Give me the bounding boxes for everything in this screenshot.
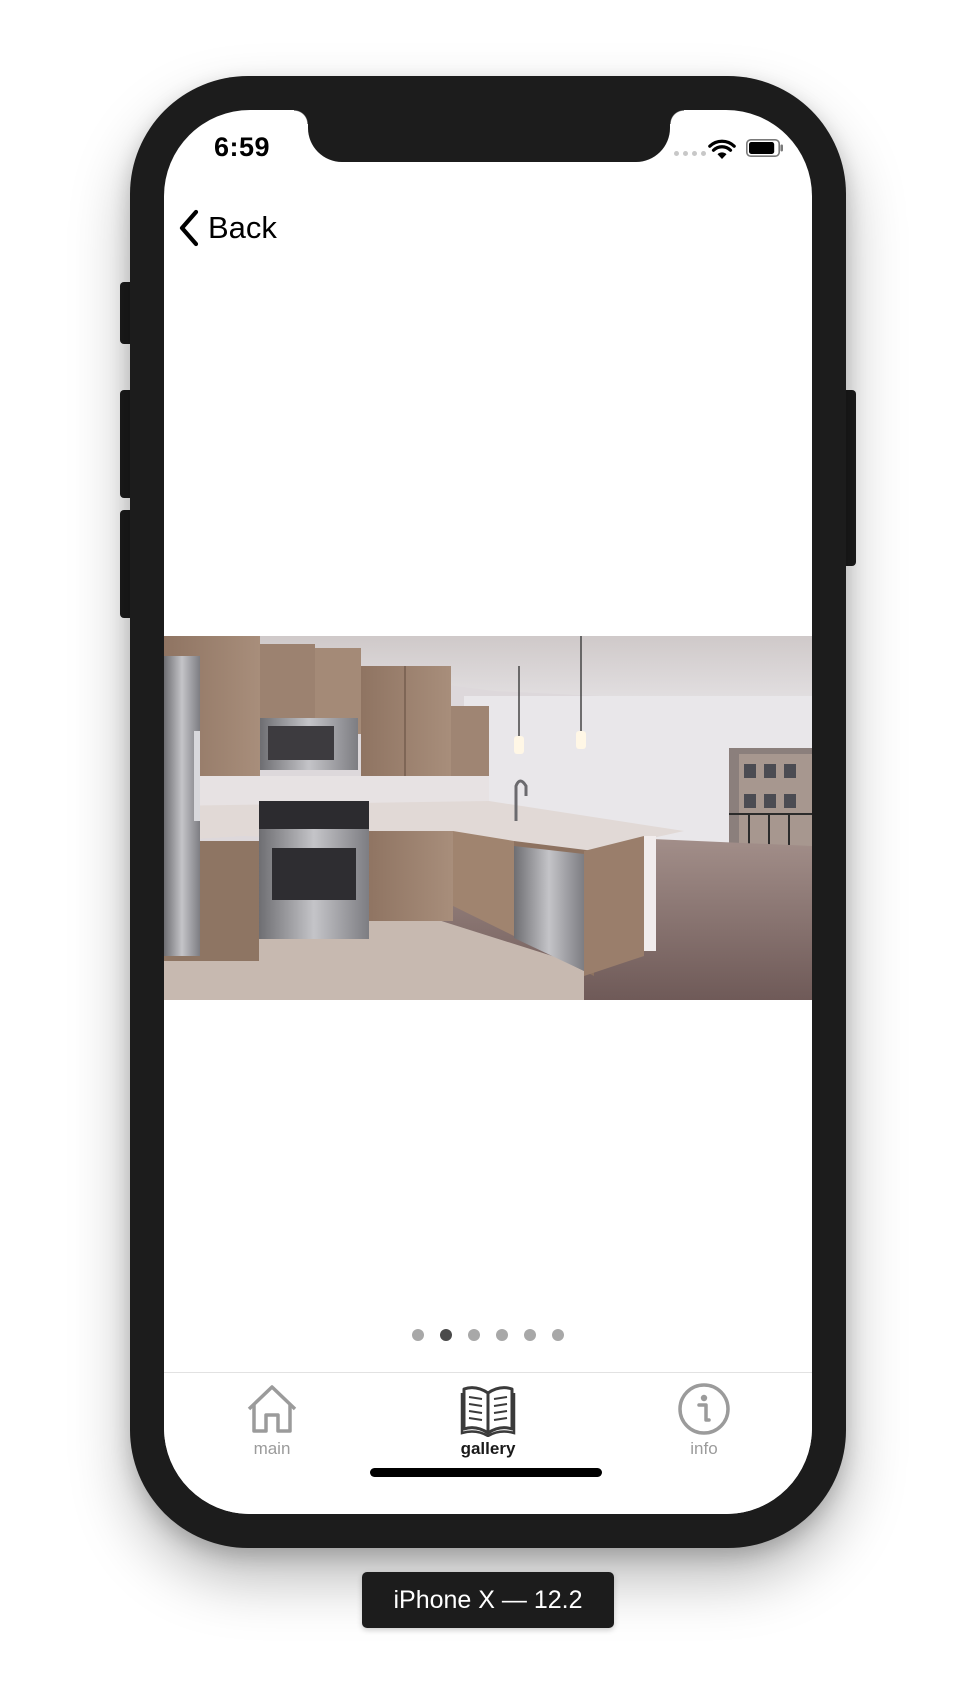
simulator-stage: 6:59 Back main gallery info iPhone X — 1…	[0, 0, 976, 1700]
home-icon	[247, 1385, 297, 1433]
page-dot[interactable]	[524, 1329, 536, 1341]
tab-bar: main gallery info	[164, 1372, 812, 1514]
gallery-photo[interactable]	[164, 636, 812, 1000]
kitchen-photo-illustration	[164, 636, 812, 1000]
chevron-left-icon	[179, 209, 199, 247]
tab-main-label: main	[253, 1439, 291, 1458]
tab-gallery-label: gallery	[460, 1439, 516, 1458]
page-indicator[interactable]	[164, 1329, 812, 1341]
tab-info[interactable]: info	[596, 1373, 812, 1469]
page-dot[interactable]	[552, 1329, 564, 1341]
page-dot[interactable]	[496, 1329, 508, 1341]
device-screen: 6:59 Back main gallery info	[164, 110, 812, 1514]
home-indicator[interactable]	[370, 1468, 602, 1477]
notch	[294, 110, 684, 162]
tab-info-label: info	[690, 1439, 718, 1458]
tab-main[interactable]: main	[164, 1373, 380, 1469]
device-label: iPhone X — 12.2	[362, 1572, 614, 1628]
status-time: 6:59	[214, 132, 271, 162]
info-icon	[678, 1383, 730, 1435]
page-dot[interactable]	[468, 1329, 480, 1341]
tab-gallery[interactable]: gallery	[380, 1373, 596, 1469]
back-button-label: Back	[208, 210, 277, 245]
back-button[interactable]: Back	[178, 206, 277, 250]
device-frame: 6:59 Back main gallery info	[130, 76, 846, 1548]
wifi-icon	[708, 139, 736, 159]
battery-icon	[746, 139, 783, 157]
page-dot[interactable]	[412, 1329, 424, 1341]
page-dot[interactable]	[440, 1329, 452, 1341]
signal-dots-icon	[674, 151, 706, 156]
book-icon	[460, 1386, 516, 1437]
